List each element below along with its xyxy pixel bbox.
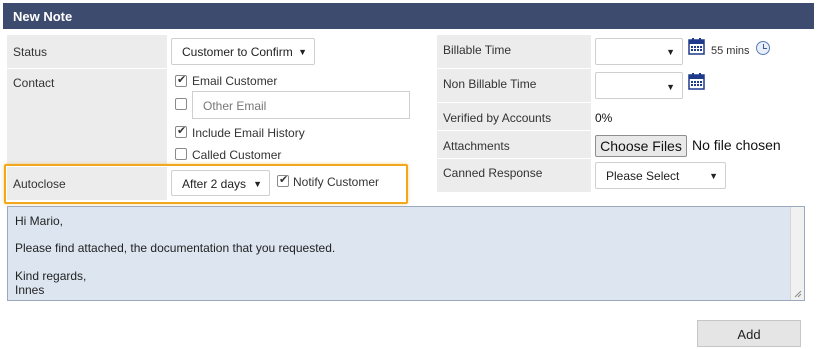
chevron-down-icon: ▼ [666,82,675,92]
status-label: Status [13,45,48,59]
non-billable-time-label: Non Billable Time [443,77,537,91]
billable-time-select[interactable]: ▼ [595,38,683,65]
other-email-field[interactable]: Other Email [192,91,410,119]
non-billable-time-select[interactable]: ▼ [595,72,683,99]
other-email-placeholder: Other Email [203,99,267,113]
calendar-icon[interactable] [688,38,705,55]
called-customer-checkbox[interactable] [175,148,187,160]
billable-time-total: 55 mins [711,45,750,57]
other-email-checkbox[interactable] [175,98,187,110]
email-customer-label: Email Customer [192,74,278,88]
chevron-down-icon: ▼ [666,47,675,57]
note-line: Innes [15,283,45,297]
canned-response-select[interactable]: Please Select ▼ [595,162,726,189]
page-title: New Note [13,9,73,24]
billable-time-label: Billable Time [443,43,512,57]
resize-handle-icon[interactable] [794,290,802,298]
non-billable-time-label-cell: Non Billable Time [437,69,591,102]
attachments-label: Attachments [443,139,510,153]
billable-time-label-cell: Billable Time [437,35,591,68]
include-history-checkbox[interactable] [175,124,187,138]
verified-by-accounts-value: 0% [595,111,613,125]
status-label-cell: Status [7,35,167,68]
email-customer-checkbox[interactable] [175,73,187,87]
canned-response-value: Please Select [606,169,680,183]
autoclose-highlight [4,164,408,204]
contact-label: Contact [13,76,55,90]
called-customer-label: Called Customer [192,148,282,162]
add-button-label: Add [737,327,761,342]
note-line: Please find attached, the documentation … [15,241,336,255]
chevron-down-icon: ▼ [298,47,307,57]
calendar-icon[interactable] [688,73,705,90]
canned-response-label-cell: Canned Response [437,159,591,192]
note-line: Hi Mario, [15,214,64,228]
chevron-down-icon: ▼ [709,171,718,181]
note-scrollbar[interactable] [790,207,804,300]
verified-by-accounts-label: Verified by Accounts [443,111,552,125]
choose-files-button[interactable]: Choose Files [595,135,687,157]
note-header: New Note [3,3,814,29]
include-history-label: Include Email History [192,126,305,140]
note-line: Kind regards, [15,269,87,283]
status-select[interactable]: Customer to Confirm ▼ [171,38,315,65]
status-select-value: Customer to Confirm [182,45,293,59]
file-status: No file chosen [692,137,781,153]
clock-icon[interactable] [756,41,770,55]
add-button[interactable]: Add [697,320,801,347]
contact-label-cell: Contact [7,69,167,166]
verified-label-cell: Verified by Accounts [437,103,591,130]
attachments-label-cell: Attachments [437,131,591,158]
canned-response-label: Canned Response [443,166,543,180]
note-body-textarea[interactable]: Hi Mario, Please find attached, the docu… [7,206,805,301]
